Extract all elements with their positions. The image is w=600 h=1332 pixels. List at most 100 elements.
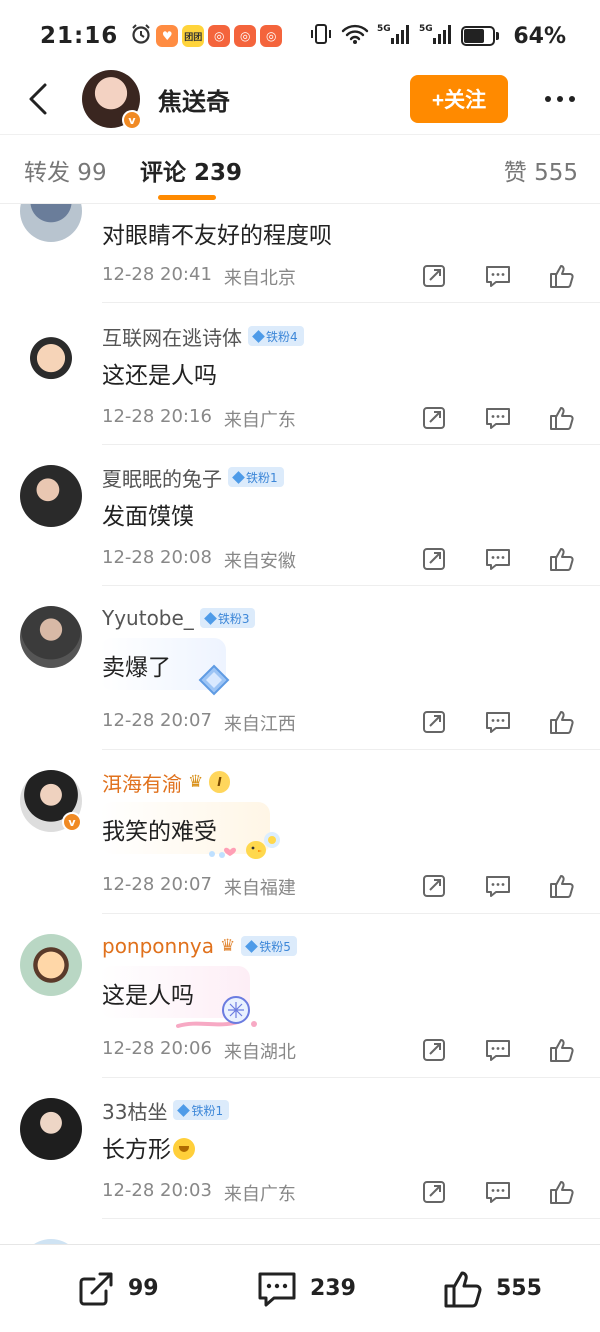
avatar[interactable] — [20, 606, 82, 668]
like-button[interactable] — [548, 262, 576, 290]
alarm-icon — [130, 23, 152, 49]
comment-item: Yyutobe_ 铁粉3 卖爆了 12-28 20:07 来自江西 — [0, 586, 600, 750]
comment-username[interactable]: 夏眠眠的兔子 — [102, 463, 222, 492]
comment-username[interactable]: ponponnya — [102, 934, 214, 958]
like-button[interactable] — [548, 1036, 576, 1064]
comment-time: 12-28 20:03 — [102, 1180, 212, 1201]
share-icon — [423, 1039, 445, 1061]
repost-button[interactable]: 99 — [76, 1269, 159, 1309]
divider — [102, 302, 600, 303]
share-icon — [423, 711, 445, 733]
comment-time: 12-28 20:07 — [102, 874, 212, 895]
app-notification-icon: ◎ — [234, 25, 257, 47]
comment-time: 12-28 20:08 — [102, 547, 212, 568]
tuantuan-app-icon: 团团 — [182, 25, 205, 47]
comment-actions — [420, 1178, 576, 1206]
svg-text:5G: 5G — [377, 24, 391, 34]
like-button[interactable] — [548, 1178, 576, 1206]
crown-icon: ♛ — [219, 936, 236, 956]
reply-button[interactable] — [484, 1036, 512, 1064]
avatar[interactable]: v — [20, 770, 82, 832]
bottom-action-bar: 99 239 555 — [0, 1244, 600, 1332]
comment-location: 来自广东 — [223, 1184, 296, 1205]
comment-actions — [420, 872, 576, 900]
chevron-left-icon — [29, 83, 47, 115]
back-button[interactable] — [18, 79, 58, 119]
comment-user: 互联网在逃诗体 铁粉4 — [102, 322, 304, 350]
tab-likes[interactable]: 赞 555 — [504, 153, 578, 187]
app-notification-icon: ◎ — [260, 25, 283, 47]
comment-text: 这是人吗 — [102, 983, 194, 1009]
comment-actions — [420, 262, 576, 290]
reply-button[interactable] — [484, 1178, 512, 1206]
fan-badge: 铁粉1 — [228, 467, 284, 487]
avatar[interactable] — [20, 465, 82, 527]
avatar[interactable] — [20, 1098, 82, 1160]
clock: 21:16 — [40, 23, 119, 49]
comment-meta: 12-28 20:41 来自北京 — [102, 264, 296, 290]
reply-button[interactable] — [484, 262, 512, 290]
comment-item: 33枯坐 铁粉1 长方形 12-28 20:03 来自广东 — [0, 1078, 600, 1219]
more-button[interactable] — [530, 96, 590, 102]
share-icon — [79, 1272, 113, 1305]
diamond-icon — [232, 470, 245, 484]
like-button[interactable] — [548, 708, 576, 736]
avatar[interactable] — [20, 324, 82, 386]
author-avatar[interactable]: v — [82, 70, 142, 130]
comment-meta: 12-28 20:07 来自福建 — [102, 874, 296, 900]
like-button[interactable] — [548, 545, 576, 573]
comment-user: 洱海有渝 ♛ I — [102, 768, 230, 796]
follow-button[interactable]: +关注 — [410, 75, 508, 123]
battery-icon — [461, 26, 500, 46]
share-button[interactable] — [420, 872, 448, 900]
comment-count: 239 — [310, 1276, 356, 1301]
share-button[interactable] — [420, 1036, 448, 1064]
comment-button[interactable]: 239 — [256, 1269, 356, 1309]
like-button[interactable]: 555 — [442, 1268, 542, 1310]
share-button[interactable] — [420, 404, 448, 432]
thumbs-up-icon — [550, 1181, 574, 1204]
pleading-emoji-icon — [173, 1138, 195, 1160]
avatar[interactable] — [20, 204, 82, 242]
comment-icon — [486, 712, 510, 733]
comment-icon — [486, 408, 510, 429]
tab-bar: 转发 99 评论 239 赞 555 — [0, 134, 600, 204]
comment-username[interactable]: 33枯坐 — [102, 1096, 167, 1125]
thumbs-up-icon — [550, 548, 574, 571]
share-button[interactable] — [420, 545, 448, 573]
status-bar: 21:16 ♥ 团团 ◎ ◎ ◎ 5G 5G 64% — [0, 0, 600, 72]
comment-text: 卖爆了 — [102, 655, 171, 681]
comment-username[interactable]: 互联网在逃诗体 — [102, 322, 242, 351]
like-button[interactable] — [548, 872, 576, 900]
comment-location: 来自北京 — [223, 268, 296, 289]
comment-item-partial — [0, 1219, 600, 1244]
comment-time: 12-28 20:06 — [102, 1038, 212, 1059]
fan-badge: 铁粉3 — [199, 608, 256, 628]
tab-comments[interactable]: 评论 239 — [140, 153, 242, 187]
signal-5g-icon: 5G — [419, 22, 453, 50]
comment-meta: 12-28 20:16 来自广东 — [102, 406, 296, 432]
share-button[interactable] — [420, 1178, 448, 1206]
like-button[interactable] — [548, 404, 576, 432]
comment-location: 来自江西 — [223, 714, 296, 735]
comment-text: 长方形 — [102, 1130, 195, 1164]
avatar[interactable] — [20, 934, 82, 996]
diamond-icon — [203, 611, 217, 625]
tab-reposts[interactable]: 转发 99 — [24, 153, 107, 187]
comment-text: 我笑的难受 — [102, 819, 217, 845]
reply-button[interactable] — [484, 708, 512, 736]
comment-actions — [420, 545, 576, 573]
share-button[interactable] — [420, 708, 448, 736]
comment-icon — [486, 266, 510, 287]
share-button[interactable] — [420, 262, 448, 290]
verified-icon: v — [122, 110, 142, 130]
reply-button[interactable] — [484, 404, 512, 432]
reply-button[interactable] — [484, 545, 512, 573]
comment-username[interactable]: 洱海有渝 — [102, 768, 182, 797]
share-icon — [423, 407, 445, 429]
author-name[interactable]: 焦送奇 — [158, 82, 230, 117]
reply-button[interactable] — [484, 872, 512, 900]
comment-meta: 12-28 20:08 来自安徽 — [102, 547, 296, 573]
comment-username[interactable]: Yyutobe_ — [102, 606, 194, 630]
comment-icon — [486, 876, 510, 897]
